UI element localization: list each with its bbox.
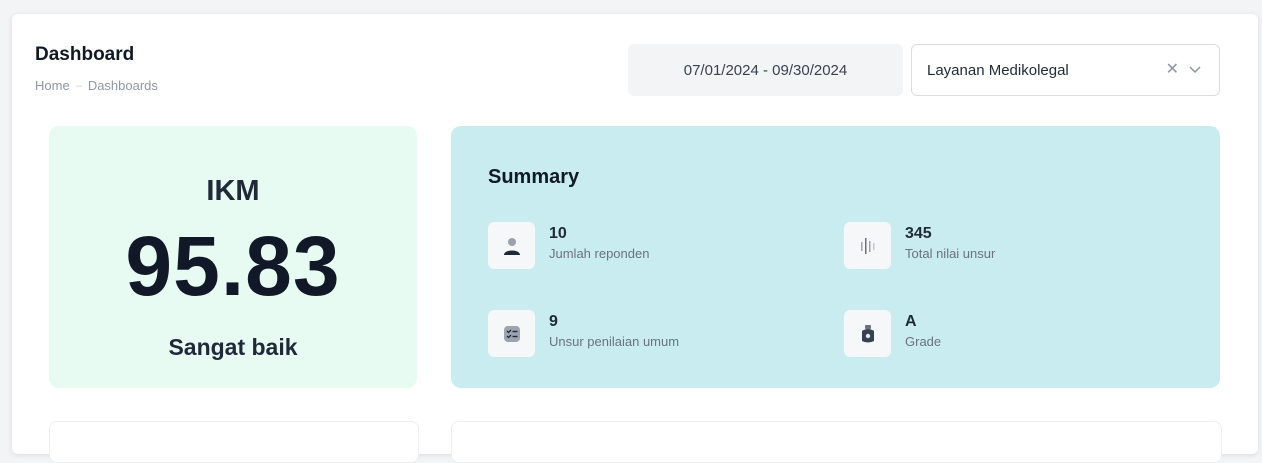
- stat-total-score: 345 Total nilai unsur: [844, 222, 995, 269]
- service-select[interactable]: Layanan Medikolegal ✕: [911, 44, 1220, 96]
- stat-label: Grade: [905, 333, 942, 349]
- date-range-value: 07/01/2024 - 09/30/2024: [683, 61, 848, 79]
- user-icon: [488, 222, 535, 269]
- close-icon[interactable]: ✕: [1166, 62, 1179, 78]
- stat-grade: A Grade: [844, 310, 941, 357]
- date-range-picker[interactable]: 07/01/2024 - 09/30/2024: [628, 44, 903, 96]
- stat-value: A: [905, 312, 917, 330]
- ikm-card: IKM 95.83 Sangat baik: [49, 126, 417, 388]
- summary-card: Summary 10 Jumlah reponden 345 Total nil…: [451, 126, 1220, 388]
- ikm-category: Sangat baik: [168, 334, 298, 360]
- breadcrumb-separator: –: [75, 79, 82, 92]
- stat-label: Jumlah reponden: [549, 245, 650, 261]
- breadcrumb: Home – Dashboards: [35, 78, 158, 93]
- ikm-label: IKM: [206, 175, 260, 207]
- stat-label: Unsur penilaian umum: [549, 333, 680, 349]
- stat-value: 9: [549, 312, 558, 330]
- breadcrumb-home[interactable]: Home: [35, 78, 70, 93]
- badge-icon: [844, 310, 891, 357]
- checklist-icon: [488, 310, 535, 357]
- service-select-value: Layanan Medikolegal: [927, 61, 1069, 79]
- bars-icon: [844, 222, 891, 269]
- stat-label: Total nilai unsur: [905, 245, 996, 261]
- lower-card-right: [451, 421, 1222, 463]
- stat-respondents: 10 Jumlah reponden: [488, 222, 649, 269]
- lower-card-left: [49, 421, 419, 463]
- summary-title: Summary: [488, 166, 580, 188]
- stat-value: 10: [549, 224, 567, 242]
- stat-general-elements: 9 Unsur penilaian umum: [488, 310, 679, 357]
- page-title: Dashboard: [35, 44, 135, 65]
- ikm-value: 95.83: [125, 219, 341, 313]
- chevron-down-icon[interactable]: [1189, 62, 1201, 78]
- breadcrumb-dashboards[interactable]: Dashboards: [88, 78, 158, 93]
- stat-value: 345: [905, 224, 932, 242]
